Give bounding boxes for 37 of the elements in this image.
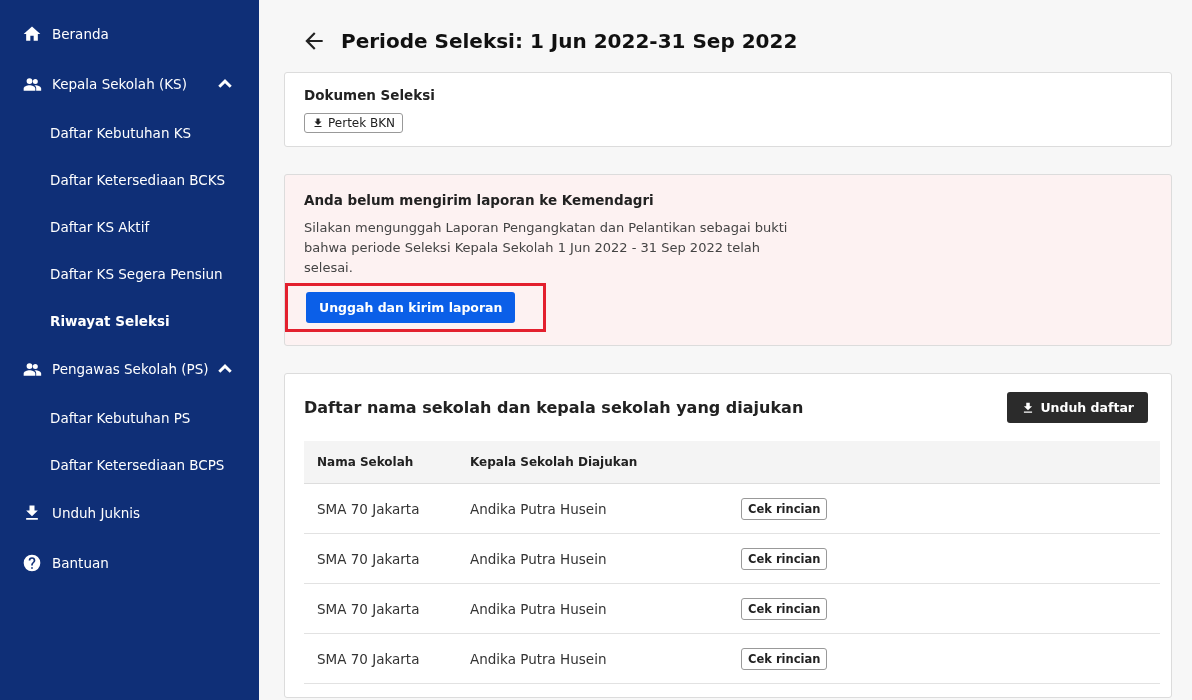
table-cell: Andika Putra Husein <box>457 533 728 584</box>
document-download-button[interactable]: Pertek BKN <box>304 113 404 133</box>
sidebar-subitem[interactable]: Daftar Kebutuhan PS <box>0 394 259 441</box>
sidebar-item[interactable]: Kepala Sekolah (KS) <box>0 59 259 109</box>
alert-title: Anda belum mengirim laporan ke Kemendagri <box>304 192 655 208</box>
sidebar-subitem[interactable]: Riwayat Seleksi <box>0 297 259 344</box>
details-button[interactable]: Cek rincian <box>741 547 828 570</box>
sidebar-subitem[interactable]: Daftar Kebutuhan KS <box>0 109 259 156</box>
sidebar-item[interactable]: Pengawas Sekolah (PS) <box>0 344 259 394</box>
table-cell: Andika Putra Husein <box>457 483 728 534</box>
table-title: Daftar nama sekolah dan kepala sekolah yang diajukan <box>304 398 804 417</box>
column-header: Nama Sekolah <box>304 441 457 484</box>
sidebar-subitem[interactable]: Daftar Ketersediaan BCKS <box>0 156 259 203</box>
sidebar-subitem[interactable]: Daftar Ketersediaan BCPS <box>0 441 259 488</box>
table-cell: SMA 70 Jakarta <box>304 483 457 534</box>
help-icon <box>22 553 42 573</box>
details-button[interactable]: Cek rincian <box>741 597 828 620</box>
table-cell: SMA 70 Jakarta <box>304 633 457 684</box>
page-title: Periode Seleksi: 1 Jun 2022-31 Sep 2022 <box>341 29 798 53</box>
column-header: Kepala Sekolah Diajukan <box>457 441 728 484</box>
alert-message: Silakan mengunggah Laporan Pengangkatan dan Pelantikan sebagai bukti bahwa periode Seleksi Kepala Sekolah 1 Jun 2022 - 31 Sep 2022 telah selesai. <box>304 219 789 277</box>
table-cell: SMA 70 Jakarta <box>304 583 457 634</box>
sidebar-item[interactable]: Bantuan <box>0 538 259 588</box>
details-button[interactable]: Cek rincian <box>741 497 828 520</box>
upload-report-button[interactable]: Unggah dan kirim laporan <box>306 292 516 323</box>
download-list-button[interactable]: Unduh daftar <box>1007 392 1148 423</box>
sidebar-item[interactable]: Beranda <box>0 9 259 59</box>
table-cell: Andika Putra Husein <box>457 633 728 684</box>
download-icon <box>312 117 324 129</box>
sidebar-subitem[interactable]: Daftar KS Segera Pensiun <box>0 250 259 297</box>
table-cell: SMA 70 Jakarta <box>304 533 457 584</box>
table-cell: Andika Putra Husein <box>457 583 728 634</box>
sidebar-item[interactable]: Unduh Juknis <box>0 488 259 538</box>
card-title: Dokumen Seleksi <box>304 87 436 103</box>
sidebar-subitem[interactable]: Daftar KS Aktif <box>0 203 259 250</box>
details-button[interactable]: Cek rincian <box>741 647 828 670</box>
home-icon <box>22 24 42 44</box>
